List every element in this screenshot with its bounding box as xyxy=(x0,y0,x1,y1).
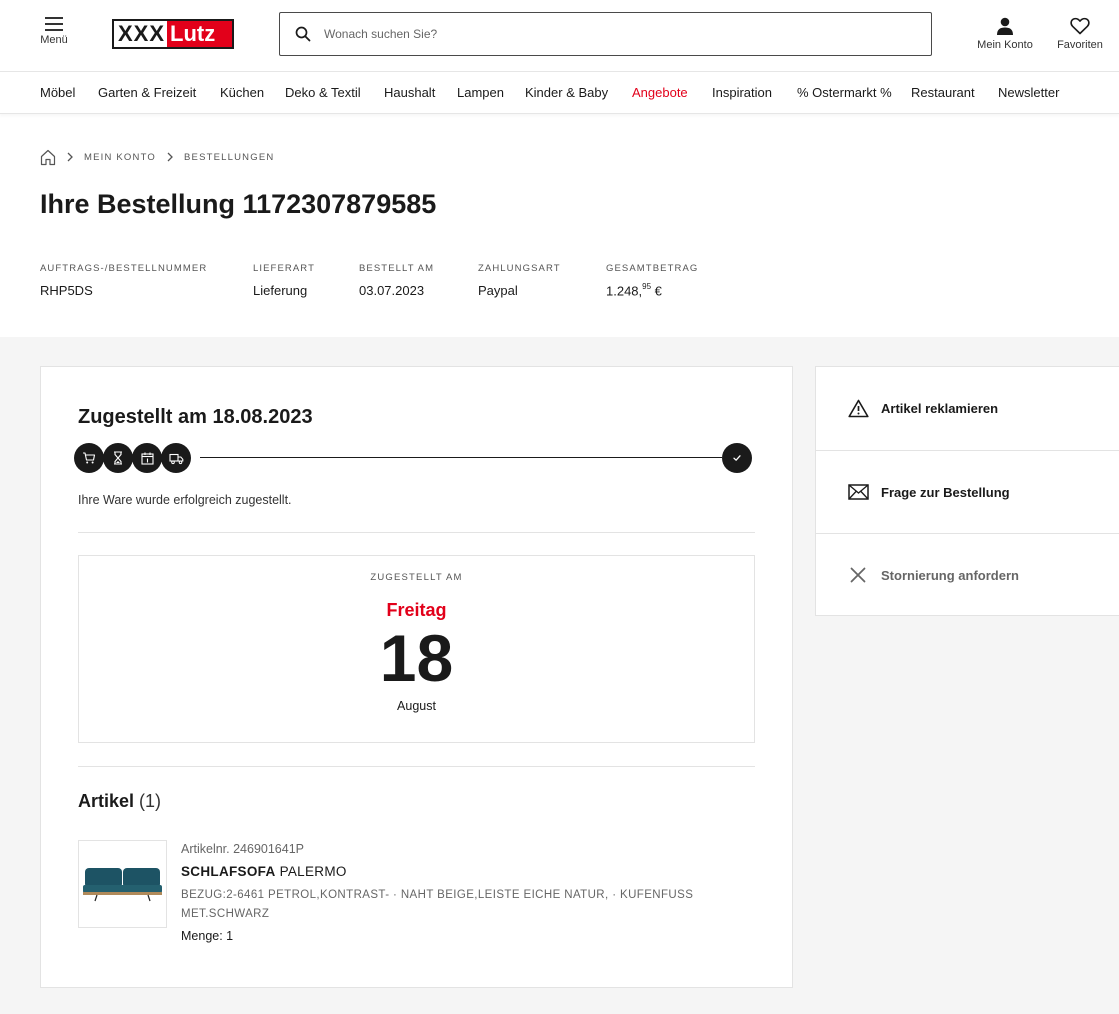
calendar-icon xyxy=(140,452,154,465)
mail-icon xyxy=(847,481,869,503)
main-navigation: Möbel Garten & Freizeit Küchen Deko & Te… xyxy=(0,72,1119,114)
menu-label: Menü xyxy=(40,34,68,46)
meta-key: BESTELLT AM xyxy=(359,263,435,274)
nav-item-inspiration[interactable]: Inspiration xyxy=(712,85,772,100)
logo-part-1: XXX xyxy=(114,21,168,47)
action-label: Artikel reklamieren xyxy=(881,401,999,416)
nav-item-kinder[interactable]: Kinder & Baby xyxy=(525,85,608,100)
delivery-day: 18 xyxy=(379,621,454,695)
search-icon[interactable] xyxy=(295,26,311,42)
meta-key: AUFTRAGS-/BESTELLNUMMER xyxy=(40,263,208,274)
heart-icon xyxy=(1070,17,1090,35)
order-actions-panel: Artikel reklamieren Frage zur Bestellung… xyxy=(815,366,1119,616)
meta-key: LIEFERART xyxy=(253,263,315,274)
cart-icon xyxy=(83,452,96,464)
product-info: Artikelnr. 246901641P SCHLAFSOFA PALERMO… xyxy=(181,842,741,943)
action-label: Stornierung anfordern xyxy=(881,567,1019,583)
sofa-image xyxy=(83,868,162,902)
menu-button[interactable]: Menü xyxy=(38,17,70,46)
meta-delivery-type: LIEFERART Lieferung xyxy=(253,263,315,298)
question-order-button[interactable]: Frage zur Bestellung xyxy=(816,450,1119,533)
delivery-date-box: ZUGESTELLT AM Freitag 18 August xyxy=(78,555,755,743)
price-cents: 95 xyxy=(642,282,652,291)
step-scheduled xyxy=(132,443,162,473)
header: Menü XXX Lutz Mein Konto Favoriten xyxy=(0,0,1119,72)
page-title: Ihre Bestellung 1172307879585 xyxy=(40,189,437,219)
article-number: Artikelnr. 246901641P xyxy=(181,842,305,856)
nav-item-lampen[interactable]: Lampen xyxy=(457,85,504,100)
nav-item-moebel[interactable]: Möbel xyxy=(40,85,75,100)
price-currency: € xyxy=(651,283,662,299)
meta-key: ZAHLUNGSART xyxy=(478,263,561,274)
delivery-weekday: Freitag xyxy=(386,600,447,620)
meta-key: GESAMTBETRAG xyxy=(606,263,699,274)
product-quantity: Menge: 1 xyxy=(181,929,234,943)
product-name[interactable]: SCHLAFSOFA PALERMO xyxy=(181,864,741,879)
meta-value: Paypal xyxy=(478,283,518,298)
breadcrumb-bestellungen[interactable]: BESTELLUNGEN xyxy=(184,152,274,163)
divider xyxy=(78,532,755,533)
truck-icon xyxy=(168,453,183,464)
favorites-label: Favoriten xyxy=(1057,39,1103,51)
breadcrumb-mein-konto[interactable]: MEIN KONTO xyxy=(84,152,156,163)
step-shipping xyxy=(161,443,191,473)
search-bar xyxy=(279,12,932,56)
check-icon xyxy=(733,455,741,461)
articles-heading-label: Artikel xyxy=(78,791,135,811)
product-name-rest: PALERMO xyxy=(275,864,347,879)
request-cancellation-button[interactable]: Stornierung anfordern xyxy=(816,533,1119,616)
progress-line xyxy=(200,457,722,458)
hamburger-icon xyxy=(45,17,63,31)
step-delivered xyxy=(722,443,752,473)
divider xyxy=(78,766,755,767)
meta-value: 03.07.2023 xyxy=(359,283,425,298)
account-button[interactable]: Mein Konto xyxy=(972,17,1038,51)
product-attributes: BEZUG:2-6461 PETROL,KONTRAST- · NAHT BEI… xyxy=(181,889,694,920)
nav-item-garten[interactable]: Garten & Freizeit xyxy=(98,85,196,100)
hourglass-icon xyxy=(114,451,122,465)
product-image[interactable] xyxy=(78,840,167,928)
articles-count: (1) xyxy=(139,791,162,811)
nav-item-ostermarkt[interactable]: % Ostermarkt % xyxy=(797,85,892,100)
warning-icon xyxy=(847,398,869,420)
logo-part-2: Lutz xyxy=(167,21,232,47)
nav-item-deko[interactable]: Deko & Textil xyxy=(285,85,361,100)
close-icon xyxy=(847,564,869,586)
delivery-month: August xyxy=(397,699,436,713)
action-label: Frage zur Bestellung xyxy=(881,484,1010,500)
account-label: Mein Konto xyxy=(977,39,1033,51)
meta-payment-method: ZAHLUNGSART Paypal xyxy=(478,263,561,298)
nav-item-angebote[interactable]: Angebote xyxy=(632,85,688,100)
order-status-card: Zugestellt am 18.08.2023 Ihre Ware wurde… xyxy=(40,366,793,988)
report-article-button[interactable]: Artikel reklamieren xyxy=(816,367,1119,450)
nav-item-newsletter[interactable]: Newsletter xyxy=(998,85,1059,100)
user-icon xyxy=(997,17,1013,35)
meta-order-number: AUFTRAGS-/BESTELLNUMMER RHP5DS xyxy=(40,263,207,298)
total-price: 1.248,95 € xyxy=(606,282,698,299)
order-progress-tracker xyxy=(74,441,754,475)
step-ordered xyxy=(74,443,104,473)
delivery-label: ZUGESTELLT AM xyxy=(370,572,463,583)
meta-order-date: BESTELLT AM 03.07.2023 xyxy=(359,263,434,298)
nav-item-restaurant[interactable]: Restaurant xyxy=(911,85,975,100)
favorites-button[interactable]: Favoriten xyxy=(1053,17,1107,51)
nav-item-haushalt[interactable]: Haushalt xyxy=(384,85,435,100)
status-title: Zugestellt am 18.08.2023 xyxy=(78,406,313,428)
meta-value: RHP5DS xyxy=(40,283,93,298)
meta-total-amount: GESAMTBETRAG 1.248,95 € xyxy=(606,263,698,298)
meta-value: Lieferung xyxy=(253,283,308,298)
chevron-right-icon xyxy=(67,152,73,162)
home-icon[interactable] xyxy=(40,149,56,166)
breadcrumb: MEIN KONTO BESTELLUNGEN xyxy=(40,148,274,166)
search-input[interactable] xyxy=(324,23,914,45)
status-message: Ihre Ware wurde erfolgreich zugestellt. xyxy=(78,493,292,507)
step-processing xyxy=(103,443,133,473)
chevron-right-icon xyxy=(167,152,173,162)
nav-item-kuechen[interactable]: Küchen xyxy=(220,85,264,100)
articles-heading: Artikel (1) xyxy=(78,791,161,812)
xxxlutz-logo[interactable]: XXX Lutz xyxy=(112,19,234,49)
product-name-bold: SCHLAFSOFA xyxy=(181,864,276,879)
price-main: 1.248, xyxy=(606,283,643,299)
